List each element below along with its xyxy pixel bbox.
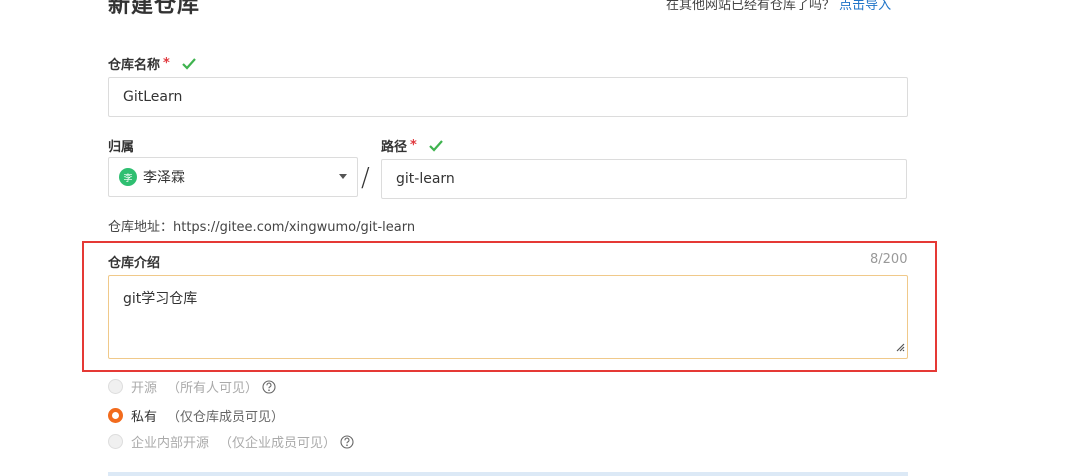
path-label-text: 路径: [381, 140, 408, 155]
highlight-box: [82, 241, 937, 372]
chevron-down-icon: [339, 174, 347, 179]
import-prompt: 在其他网站已经有仓库了吗？: [666, 0, 836, 13]
radio-internal[interactable]: [108, 434, 123, 449]
check-icon: [429, 139, 443, 152]
visibility-option-internal[interactable]: 企业内部开源 （仅企业成员可见）: [108, 432, 354, 451]
repo-address: 仓库地址：https://gitee.com/xingwumo/git-lear…: [108, 220, 416, 235]
import-link[interactable]: 点击导入: [839, 0, 891, 13]
path-input[interactable]: git-learn: [381, 159, 907, 199]
radio-open-note: （所有人可见）: [167, 381, 259, 396]
radio-internal-label: 企业内部开源: [131, 436, 210, 451]
repo-name-label: 仓库名称 *: [108, 54, 196, 73]
radio-private-note: （仅仓库成员可见）: [167, 410, 285, 425]
question-circle-icon[interactable]: [262, 379, 276, 394]
owner-select[interactable]: 李 李泽霖: [108, 157, 358, 197]
required-mark: *: [410, 138, 417, 153]
next-section-edge: [108, 472, 908, 476]
required-mark: *: [163, 56, 170, 71]
repo-name-label-text: 仓库名称: [108, 58, 161, 73]
path-label: 路径 *: [381, 136, 443, 155]
visibility-option-open[interactable]: 开源 （所有人可见）: [108, 377, 276, 396]
owner-label-text: 归属: [108, 140, 135, 155]
path-separator: /: [361, 163, 370, 193]
radio-internal-note: （仅企业成员可见）: [219, 436, 337, 451]
radio-private-label: 私有: [131, 410, 158, 425]
radio-private[interactable]: [108, 408, 123, 423]
check-icon: [182, 57, 196, 70]
owner-value: 李泽霖: [143, 170, 185, 186]
radio-open-label: 开源: [131, 381, 158, 396]
radio-open[interactable]: [108, 379, 123, 394]
avatar: 李: [119, 168, 137, 186]
page-title: 新建仓库: [108, 0, 201, 18]
repo-name-input[interactable]: GitLearn: [108, 77, 908, 117]
owner-label: 归属: [108, 136, 134, 155]
visibility-option-private[interactable]: 私有 （仅仓库成员可见）: [108, 406, 284, 425]
question-circle-icon[interactable]: [340, 434, 354, 449]
import-prompt-line: 在其他网站已经有仓库了吗？ 点击导入: [666, 0, 891, 13]
